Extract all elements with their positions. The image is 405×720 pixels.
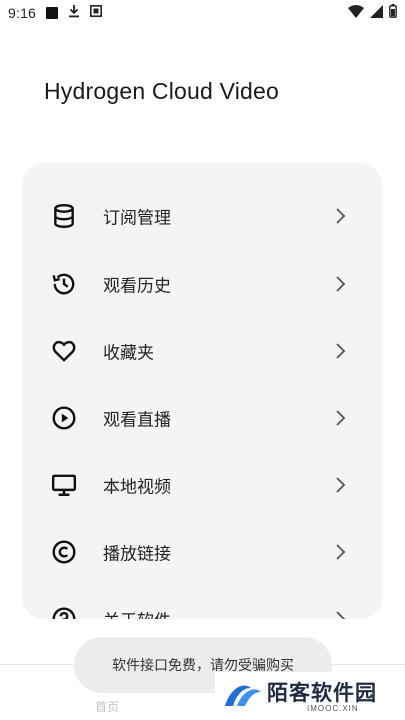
menu-item-live[interactable]: 观看直播 <box>22 388 382 448</box>
menu-card: 订阅管理 观看历史 收藏夹 观看直播 本地视频 播放链接 <box>22 163 382 619</box>
menu-item-label: 关于软件 <box>103 607 171 620</box>
database-icon <box>50 202 78 230</box>
wifi-icon <box>348 4 364 22</box>
battery-icon <box>389 4 397 22</box>
history-icon <box>50 270 78 298</box>
menu-item-about[interactable]: 关于软件 <box>22 589 382 619</box>
status-right <box>348 4 397 22</box>
copyright-icon <box>50 538 78 566</box>
menu-item-subscription[interactable]: 订阅管理 <box>22 186 382 246</box>
menu-item-label: 收藏夹 <box>103 343 154 364</box>
watermark-domain: IMOOC.XIN <box>307 704 359 713</box>
app-notification-icon <box>90 5 103 21</box>
help-icon <box>50 605 78 619</box>
square-notification-icon <box>46 7 59 19</box>
menu-item-label: 观看历史 <box>103 276 171 297</box>
monitor-icon <box>50 471 78 499</box>
watermark-name: 陌客软件园 <box>267 680 377 705</box>
watermark: 陌客软件园 IMOOC.XIN <box>215 672 405 720</box>
status-bar: 9:16 <box>0 0 405 26</box>
play-circle-icon <box>50 404 78 432</box>
menu-item-play-link[interactable]: 播放链接 <box>22 522 382 582</box>
menu-item-label: 订阅管理 <box>103 208 171 229</box>
menu-item-history[interactable]: 观看历史 <box>22 254 382 314</box>
chevron-right-icon <box>330 274 350 294</box>
menu-item-label: 观看直播 <box>103 410 171 431</box>
download-icon <box>68 4 80 22</box>
watermark-logo-icon <box>221 680 265 714</box>
status-time: 9:16 <box>8 5 37 21</box>
chevron-right-icon <box>330 609 350 619</box>
menu-item-label: 本地视频 <box>103 477 171 498</box>
chevron-right-icon <box>330 408 350 428</box>
bottom-nav-home-label: 首页 <box>94 700 119 714</box>
cell-signal-icon <box>370 4 383 22</box>
chevron-right-icon <box>330 341 350 361</box>
menu-item-local-video[interactable]: 本地视频 <box>22 455 382 515</box>
app-title: Hydrogen Cloud Video <box>44 78 280 104</box>
chevron-right-icon <box>330 475 350 495</box>
chevron-right-icon <box>330 542 350 562</box>
chevron-right-icon <box>330 206 350 226</box>
menu-item-favorites[interactable]: 收藏夹 <box>22 321 382 381</box>
heart-icon <box>50 337 78 365</box>
menu-item-label: 播放链接 <box>103 544 171 565</box>
status-left: 9:16 <box>8 4 103 22</box>
